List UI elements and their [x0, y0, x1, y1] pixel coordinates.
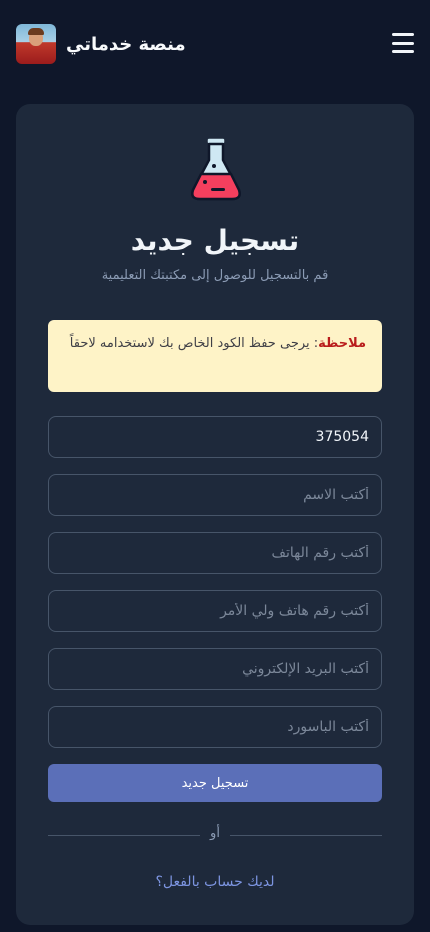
parent-phone-field[interactable] — [48, 590, 382, 632]
avatar — [16, 24, 56, 64]
flask-icon — [191, 137, 241, 201]
name-field[interactable] — [48, 474, 382, 516]
page-title: تسجيل جديد — [130, 224, 300, 257]
login-link[interactable]: لديك حساب بالفعل؟ — [16, 874, 414, 890]
brand[interactable]: منصة خدماتي — [16, 24, 186, 64]
or-divider: أو — [48, 826, 382, 844]
page-subtitle: قم بالتسجيل للوصول إلى مكتبتك التعليمية — [101, 268, 329, 283]
divider-line-right — [230, 835, 382, 836]
register-button[interactable]: تسجيل جديد — [48, 764, 382, 802]
password-field[interactable] — [48, 706, 382, 748]
top-bar: منصة خدماتي — [0, 0, 430, 88]
email-field[interactable] — [48, 648, 382, 690]
note-label: ملاحظة — [318, 336, 366, 351]
register-card: تسجيل جديد قم بالتسجيل للوصول إلى مكتبتك… — [16, 104, 414, 925]
note-box: ملاحظة: يرجى حفظ الكود الخاص بك لاستخدام… — [48, 320, 382, 392]
hamburger-menu-icon[interactable] — [392, 33, 414, 53]
code-field[interactable] — [48, 416, 382, 458]
or-label: أو — [210, 826, 220, 841]
brand-name: منصة خدماتي — [66, 33, 186, 55]
phone-field[interactable] — [48, 532, 382, 574]
note-text: : يرجى حفظ الكود الخاص بك لاستخدامه لاحق… — [69, 336, 319, 351]
